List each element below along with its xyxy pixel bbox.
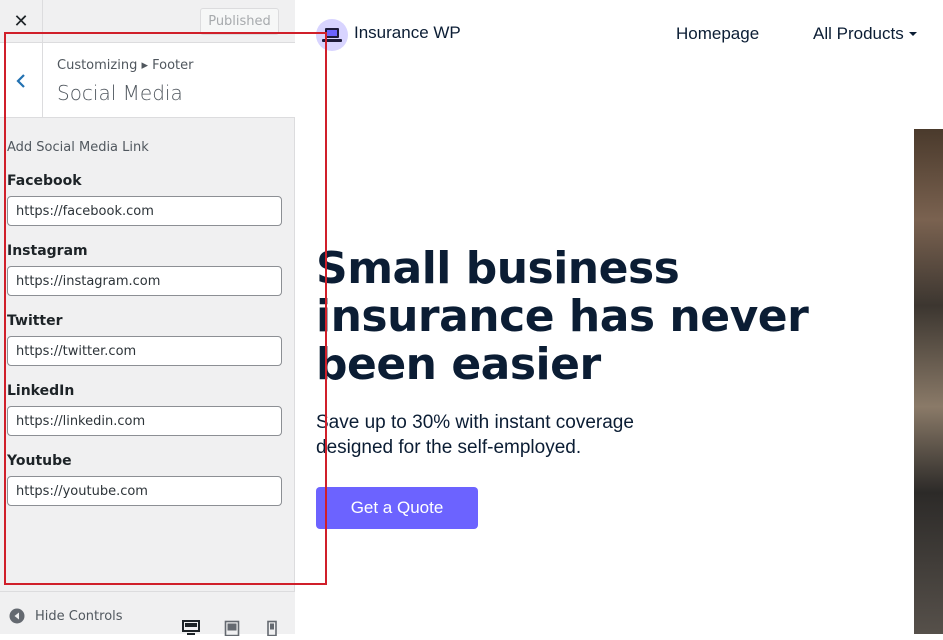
- twitter-url-input[interactable]: [7, 336, 282, 366]
- nav-products-label: All Products: [813, 24, 904, 43]
- close-customizer-button[interactable]: ✕: [0, 0, 43, 43]
- facebook-label: Facebook: [7, 173, 82, 189]
- chevron-left-icon: [16, 73, 25, 88]
- instagram-label: Instagram: [7, 243, 88, 259]
- instagram-url-input[interactable]: [7, 266, 282, 296]
- linkedin-url-input[interactable]: [7, 406, 282, 436]
- back-button[interactable]: [0, 43, 43, 118]
- caret-down-icon: [908, 32, 917, 36]
- social-media-controls: Add Social Media Link Facebook Instagram…: [7, 140, 282, 523]
- site-preview: Insurance WP Homepage All Products Small…: [296, 0, 943, 634]
- get-a-quote-button[interactable]: Get a Quote: [316, 487, 478, 529]
- hero-title: Small business insurance has never been …: [316, 243, 809, 390]
- site-title: Insurance WP: [354, 22, 461, 42]
- publish-button[interactable]: Published: [200, 8, 279, 35]
- customizer-footer: Hide Controls: [0, 591, 295, 637]
- facebook-url-input[interactable]: [7, 196, 282, 226]
- customizer-sidebar: ✕ Published Customizing ▸ Footer Social …: [0, 0, 295, 637]
- close-icon: ✕: [13, 11, 29, 32]
- collapse-arrow-icon: [9, 608, 25, 624]
- youtube-label: Youtube: [7, 453, 72, 469]
- hide-controls-button[interactable]: Hide Controls: [9, 608, 123, 624]
- hero-image: [914, 129, 943, 634]
- linkedin-label: LinkedIn: [7, 383, 75, 399]
- site-brand[interactable]: Insurance WP: [316, 19, 461, 51]
- controls-description: Add Social Media Link: [7, 140, 149, 155]
- hide-controls-label: Hide Controls: [35, 608, 123, 624]
- youtube-field-group: Youtube: [7, 453, 282, 523]
- instagram-field-group: Instagram: [7, 243, 282, 313]
- linkedin-field-group: LinkedIn: [7, 383, 282, 453]
- laptop-logo-icon: [322, 28, 342, 42]
- hero-subtitle: Save up to 30% with instant coverage des…: [316, 412, 634, 458]
- nav-link-homepage[interactable]: Homepage: [676, 24, 759, 44]
- customizer-header: ✕ Published: [0, 0, 295, 43]
- facebook-field-group: Facebook: [7, 173, 282, 243]
- section-header: Customizing ▸ Footer Social Media: [0, 43, 295, 118]
- twitter-field-group: Twitter: [7, 313, 282, 383]
- brand-logo: [316, 19, 348, 51]
- twitter-label: Twitter: [7, 313, 63, 329]
- nav-link-all-products[interactable]: All Products: [813, 24, 918, 44]
- youtube-url-input[interactable]: [7, 476, 282, 506]
- breadcrumb: Customizing ▸ Footer: [57, 58, 194, 73]
- section-title: Social Media: [57, 81, 183, 105]
